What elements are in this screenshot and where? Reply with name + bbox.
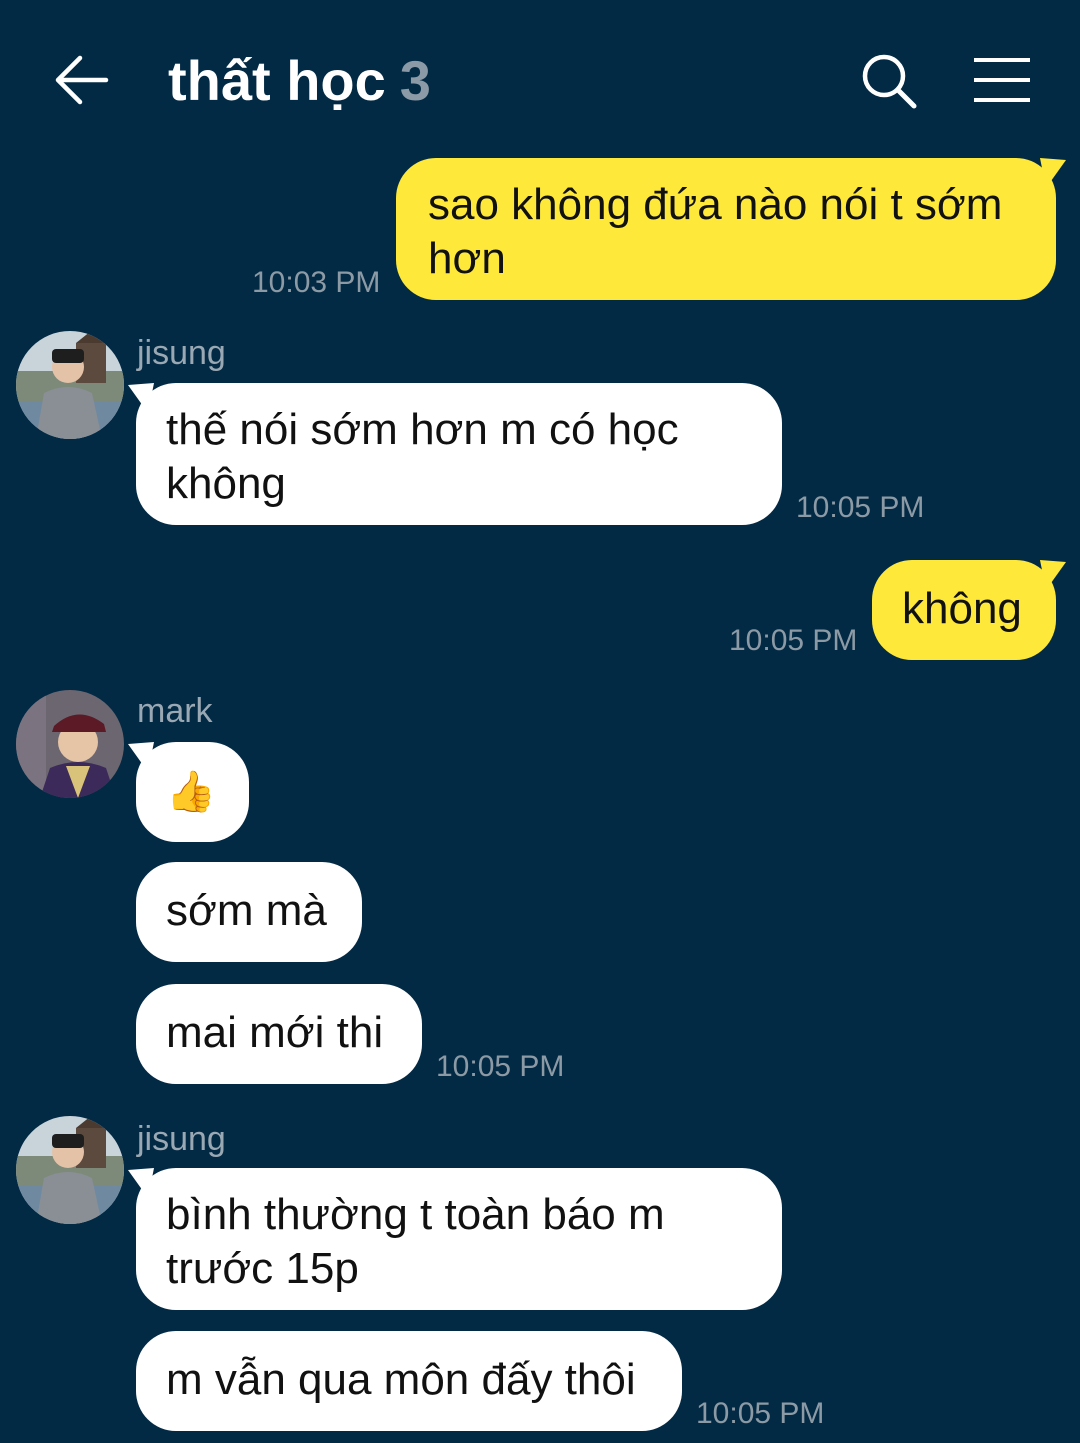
member-count: 3 bbox=[399, 49, 431, 112]
menu-button[interactable] bbox=[970, 52, 1034, 108]
sender-name: jisung bbox=[137, 334, 226, 372]
thumbs-up-emoji: 👍 bbox=[166, 770, 216, 814]
chat-title-text: thất học bbox=[168, 49, 386, 112]
message-time: 10:05 PM bbox=[729, 624, 858, 657]
chat-header: thất học 3 bbox=[0, 0, 1080, 160]
message-text: m vẫn qua môn đấy thôi bbox=[166, 1355, 636, 1404]
message-text: thế nói sớm hơn m có học không bbox=[166, 405, 679, 508]
back-button[interactable] bbox=[52, 52, 112, 108]
message-time: 10:05 PM bbox=[796, 491, 925, 524]
avatar-mark[interactable] bbox=[16, 690, 124, 798]
their-message-bubble[interactable]: 👍 bbox=[136, 742, 249, 842]
my-message-bubble[interactable]: sao không đứa nào nói t sớm hơn bbox=[396, 158, 1056, 300]
my-message-bubble[interactable]: không bbox=[872, 560, 1056, 660]
message-time: 10:05 PM bbox=[436, 1050, 565, 1083]
message-text: mai mới thi bbox=[166, 1008, 384, 1057]
bubble-tail bbox=[1040, 158, 1066, 188]
their-message-bubble[interactable]: sớm mà bbox=[136, 862, 362, 962]
search-button[interactable] bbox=[858, 50, 920, 112]
their-message-bubble[interactable]: mai mới thi bbox=[136, 984, 422, 1084]
message-text: bình thường t toàn báo m trước 15p bbox=[166, 1190, 665, 1293]
their-message-bubble[interactable]: bình thường t toàn báo m trước 15p bbox=[136, 1168, 782, 1310]
arrow-left-icon bbox=[55, 55, 109, 105]
sender-name: mark bbox=[137, 692, 213, 730]
search-icon bbox=[862, 54, 917, 109]
message-time: 10:05 PM bbox=[696, 1397, 825, 1430]
message-text: sớm mà bbox=[166, 886, 327, 935]
avatar-jisung[interactable] bbox=[16, 1116, 124, 1224]
sender-name: jisung bbox=[137, 1120, 226, 1158]
avatar-jisung[interactable] bbox=[16, 331, 124, 439]
their-message-bubble[interactable]: m vẫn qua môn đấy thôi bbox=[136, 1331, 682, 1431]
hamburger-menu-icon bbox=[974, 58, 1030, 102]
message-time: 10:03 PM bbox=[252, 266, 381, 299]
their-message-bubble[interactable]: thế nói sớm hơn m có học không bbox=[136, 383, 782, 525]
message-text: không bbox=[902, 584, 1022, 633]
message-text: sao không đứa nào nói t sớm hơn bbox=[428, 180, 1003, 283]
bubble-tail bbox=[1040, 560, 1066, 590]
chat-title[interactable]: thất học 3 bbox=[168, 48, 431, 114]
